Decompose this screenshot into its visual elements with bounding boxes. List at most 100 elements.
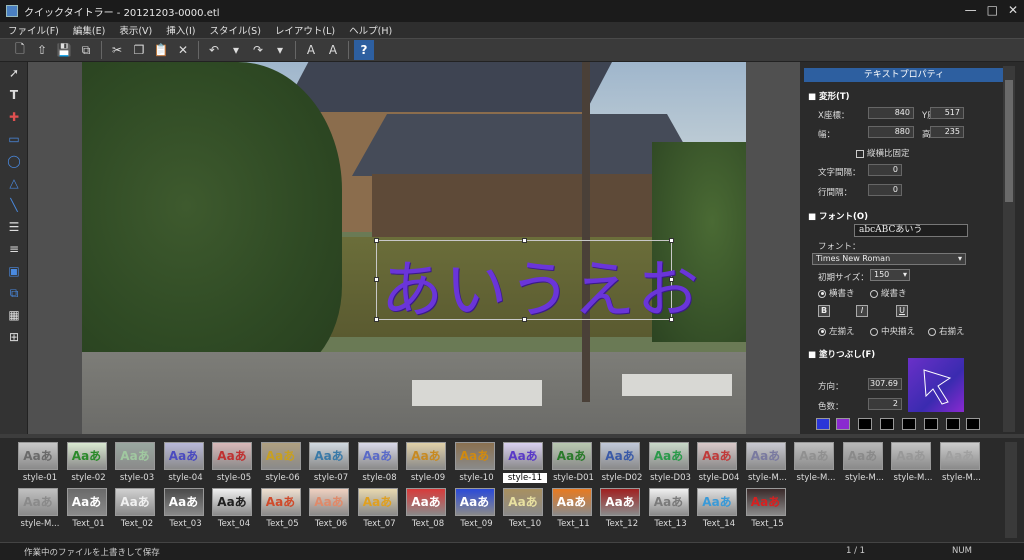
char-spacing-input[interactable]: 0 bbox=[868, 164, 902, 176]
style-thumbnail[interactable]: Aaあ bbox=[309, 488, 349, 516]
style-preset[interactable]: Aaあ style-07 bbox=[309, 442, 353, 483]
help-icon[interactable]: ? bbox=[354, 40, 374, 60]
style-thumbnail[interactable]: Aaあ bbox=[794, 442, 834, 470]
style-thumbnail[interactable]: Aaあ bbox=[745, 442, 786, 470]
color-swatch[interactable] bbox=[816, 418, 830, 430]
underline-button[interactable]: U bbox=[896, 305, 908, 317]
style-preset[interactable]: Aaあ style-M... bbox=[939, 442, 984, 483]
rectangle-tool-icon[interactable]: ▭ bbox=[0, 128, 28, 150]
style-preset[interactable]: Aaあ Text_09 bbox=[454, 488, 499, 529]
align-center-radio[interactable]: 中央揃え bbox=[870, 325, 915, 337]
text-effect-icon[interactable]: A bbox=[323, 40, 343, 60]
resize-handle[interactable] bbox=[374, 238, 379, 243]
x-input[interactable]: 840 bbox=[868, 107, 914, 119]
style-preset[interactable]: Aaあ Text_05 bbox=[260, 488, 305, 529]
style-preset[interactable]: Aaあ style-D04 bbox=[697, 442, 741, 483]
style-preset[interactable]: Aaあ Text_13 bbox=[648, 488, 693, 529]
style-thumbnail[interactable]: Aaあ bbox=[600, 488, 640, 516]
open-file-icon[interactable]: ⇧ bbox=[32, 40, 52, 60]
redo-icon[interactable]: ↷ bbox=[248, 40, 268, 60]
canvas-text[interactable]: あいうえお bbox=[381, 239, 701, 329]
menu-style[interactable]: スタイル(S) bbox=[209, 23, 260, 37]
style-thumbnail[interactable]: Aaあ bbox=[18, 442, 58, 470]
style-preset[interactable]: Aaあ style-D02 bbox=[600, 442, 644, 483]
style-thumbnail[interactable]: Aaあ bbox=[66, 442, 107, 470]
grid-tool-icon[interactable]: ▦ bbox=[0, 304, 28, 326]
text-style-icon[interactable]: A bbox=[301, 40, 321, 60]
crosshair-tool-icon[interactable]: ✚ bbox=[0, 106, 28, 128]
scrollbar-thumb[interactable] bbox=[1005, 80, 1013, 202]
color-swatch[interactable] bbox=[902, 418, 916, 430]
style-preset[interactable]: Aaあ style-D03 bbox=[648, 442, 693, 483]
cut-icon[interactable]: ✂ bbox=[107, 40, 127, 60]
style-thumbnail[interactable]: Aaあ bbox=[503, 442, 543, 470]
undo-icon[interactable]: ↶ bbox=[204, 40, 224, 60]
style-thumbnail[interactable]: Aaあ bbox=[163, 488, 204, 516]
new-file-icon[interactable]: 🗋 bbox=[10, 40, 30, 60]
style-preset[interactable]: Aaあ Text_06 bbox=[309, 488, 353, 529]
style-thumbnail[interactable]: Aaあ bbox=[115, 442, 155, 470]
align-left-radio[interactable]: 左揃え bbox=[818, 325, 855, 337]
minimize-button[interactable]: — bbox=[965, 3, 977, 17]
style-preset[interactable]: Aaあ style-M... bbox=[18, 488, 62, 529]
style-thumbnail[interactable]: Aaあ bbox=[745, 488, 786, 516]
font-select[interactable]: Times New Roman ▾ bbox=[812, 253, 966, 265]
style-thumbnail[interactable]: Aaあ bbox=[648, 442, 689, 470]
menu-file[interactable]: ファイル(F) bbox=[8, 23, 59, 37]
color-swatch[interactable] bbox=[858, 418, 872, 430]
style-preset[interactable]: Aaあ style-06 bbox=[260, 442, 305, 483]
style-thumbnail[interactable]: Aaあ bbox=[697, 442, 737, 470]
menu-layout[interactable]: レイアウト(L) bbox=[275, 23, 335, 37]
style-preset[interactable]: Aaあ Text_14 bbox=[697, 488, 741, 529]
style-thumbnail[interactable]: Aaあ bbox=[406, 442, 446, 470]
maximize-button[interactable]: □ bbox=[987, 3, 998, 17]
style-preset[interactable]: Aaあ style-M... bbox=[891, 442, 935, 483]
style-preset[interactable]: Aaあ style-01 bbox=[18, 442, 62, 483]
style-preset[interactable]: Aaあ style-11 bbox=[503, 442, 547, 483]
redo-dropdown-icon[interactable]: ▾ bbox=[270, 40, 290, 60]
gallery-scrollbar[interactable] bbox=[1005, 442, 1017, 538]
width-input[interactable]: 880 bbox=[868, 126, 914, 138]
style-thumbnail[interactable]: Aaあ bbox=[503, 488, 543, 516]
transform-header[interactable]: ■ 変形(T) bbox=[808, 90, 850, 102]
color-swatch[interactable] bbox=[966, 418, 980, 430]
text-tool-icon[interactable]: T bbox=[0, 84, 28, 106]
resize-handle[interactable] bbox=[669, 277, 674, 282]
style-thumbnail[interactable]: Aaあ bbox=[357, 488, 398, 516]
style-thumbnail[interactable]: Aaあ bbox=[600, 442, 640, 470]
style-preset[interactable]: Aaあ style-M... bbox=[842, 442, 887, 483]
menu-insert[interactable]: 挿入(I) bbox=[166, 23, 195, 37]
ellipse-tool-icon[interactable]: ◯ bbox=[0, 150, 28, 172]
style-thumbnail[interactable]: Aaあ bbox=[309, 442, 349, 470]
align-tool-icon[interactable]: ☰ bbox=[0, 216, 28, 238]
resize-handle[interactable] bbox=[522, 238, 527, 243]
style-preset[interactable]: Aaあ style-08 bbox=[357, 442, 402, 483]
resize-handle[interactable] bbox=[669, 317, 674, 322]
menu-view[interactable]: 表示(V) bbox=[119, 23, 152, 37]
style-preset[interactable]: Aaあ style-10 bbox=[454, 442, 499, 483]
line-spacing-input[interactable]: 0 bbox=[868, 184, 902, 196]
close-button[interactable]: ✕ bbox=[1008, 3, 1018, 17]
copy-icon[interactable]: ❐ bbox=[129, 40, 149, 60]
style-preset[interactable]: Aaあ Text_01 bbox=[66, 488, 111, 529]
size-select[interactable]: 150 ▾ bbox=[870, 269, 910, 281]
align-right-radio[interactable]: 右揃え bbox=[928, 325, 965, 337]
shape-fill-tool-icon[interactable]: ▣ bbox=[0, 260, 28, 282]
style-preset[interactable]: Aaあ style-09 bbox=[406, 442, 450, 483]
style-preset[interactable]: Aaあ Text_08 bbox=[406, 488, 450, 529]
resize-handle[interactable] bbox=[522, 317, 527, 322]
italic-button[interactable]: I bbox=[856, 305, 868, 317]
style-thumbnail[interactable]: Aaあ bbox=[260, 488, 301, 516]
style-preset[interactable]: Aaあ style-04 bbox=[163, 442, 208, 483]
style-thumbnail[interactable]: Aaあ bbox=[454, 442, 495, 470]
color-swatch[interactable] bbox=[946, 418, 960, 430]
line-tool-icon[interactable]: ╲ bbox=[0, 194, 28, 216]
style-preset[interactable]: Aaあ Text_03 bbox=[163, 488, 208, 529]
style-thumbnail[interactable]: Aaあ bbox=[406, 488, 446, 516]
style-thumbnail[interactable]: Aaあ bbox=[260, 442, 301, 470]
select-tool-icon[interactable]: ➚ bbox=[0, 62, 28, 84]
text-object[interactable]: あいうえお bbox=[374, 238, 699, 326]
style-preset[interactable]: Aaあ Text_07 bbox=[357, 488, 402, 529]
gradient-direction-preview[interactable] bbox=[908, 358, 964, 412]
undo-dropdown-icon[interactable]: ▾ bbox=[226, 40, 246, 60]
